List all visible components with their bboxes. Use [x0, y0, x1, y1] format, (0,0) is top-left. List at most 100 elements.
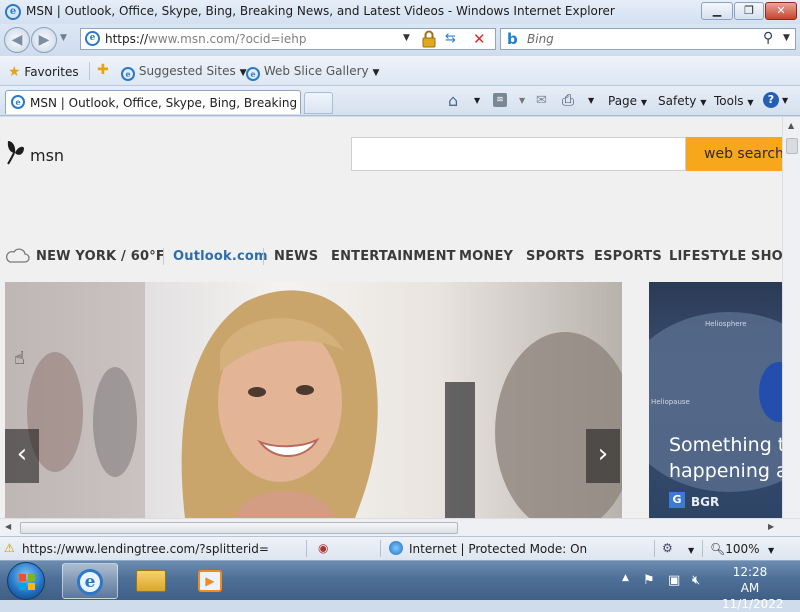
warning-icon: ⚠	[4, 541, 15, 555]
hero-carousel-image[interactable]: ‹ ›	[5, 282, 622, 518]
status-divider	[306, 540, 307, 557]
favorite-suggested-sites[interactable]: e Suggested Sites ▼	[121, 64, 246, 81]
protected-dropdown-icon[interactable]: ▼	[688, 546, 694, 555]
favorite-web-slice-gallery[interactable]: e Web Slice Gallery ▼	[246, 64, 379, 81]
weather-link[interactable]: NEW YORK / 60°F	[36, 249, 165, 264]
home-icon[interactable]: ⌂	[448, 91, 458, 110]
read-mail-icon[interactable]: ✉	[536, 93, 547, 108]
tab-msn[interactable]: e MSN | Outlook, Office, Skype, Bing, Br…	[5, 90, 301, 114]
feeds-dropdown-icon[interactable]: ▼	[519, 96, 525, 105]
web-search-button[interactable]: web search	[686, 137, 782, 171]
bgr-source-icon: G	[669, 492, 685, 508]
taskbar-ie-icon: e	[77, 569, 103, 595]
address-bar[interactable]: e https://www.msn.com/?ocid=iehp ▼ ⇆ ✕	[80, 28, 496, 50]
tab-title: MSN | Outlook, Office, Skype, Bing, Brea…	[30, 96, 298, 110]
help-dropdown-icon[interactable]: ▼	[782, 96, 788, 105]
nav-money[interactable]: MONEY	[459, 249, 513, 264]
vertical-scroll-thumb[interactable]	[786, 138, 798, 154]
carousel-prev-button[interactable]: ‹	[5, 429, 39, 483]
status-divider	[702, 540, 703, 557]
nav-outlook[interactable]: Outlook.com	[173, 249, 268, 264]
nav-entertainment[interactable]: ENTERTAINMENT	[331, 249, 456, 264]
restore-button[interactable]: ❐	[734, 2, 764, 20]
horizontal-scrollbar[interactable]: ◀ ▶	[0, 518, 800, 536]
title-bar[interactable]: e MSN | Outlook, Office, Skype, Bing, Br…	[0, 0, 800, 24]
security-zone[interactable]: Internet | Protected Mode: On	[409, 542, 587, 556]
nav-divider	[263, 248, 264, 265]
favorites-star-icon: ★	[8, 64, 21, 80]
address-dropdown-icon[interactable]: ▼	[403, 33, 410, 43]
bing-icon: b	[507, 30, 518, 48]
minimize-button[interactable]: ▁	[701, 2, 733, 20]
feeds-icon[interactable]: ≋	[493, 93, 507, 107]
carousel-next-button[interactable]: ›	[586, 429, 620, 483]
status-divider	[380, 540, 381, 557]
side-story-source: BGR	[691, 495, 720, 509]
new-tab-button[interactable]	[304, 92, 333, 114]
nav-shopping[interactable]: SHO	[751, 249, 782, 264]
recent-pages-dropdown-icon[interactable]: ▼	[60, 33, 67, 43]
lock-icon[interactable]	[421, 30, 437, 48]
media-player-icon: ▶	[198, 570, 222, 592]
horizontal-scroll-thumb[interactable]	[20, 522, 458, 534]
internet-globe-icon	[389, 541, 403, 555]
home-dropdown-icon[interactable]: ▼	[474, 96, 480, 105]
status-bar: ⚠ https://www.lendingtree.com/?splitteri…	[0, 536, 800, 560]
side-story-card[interactable]: Heliosphere Heliopause Something tohappe…	[649, 282, 782, 518]
protected-mode-icon[interactable]: ⚙	[662, 541, 673, 555]
help-icon[interactable]: ?	[763, 92, 779, 108]
search-icon[interactable]: ⚲	[763, 30, 773, 46]
start-button[interactable]	[7, 562, 45, 600]
zoom-level[interactable]: 🔍︎100%	[710, 542, 760, 556]
address-url[interactable]: https://www.msn.com/?ocid=iehp	[105, 32, 306, 46]
divider	[89, 62, 90, 80]
close-button[interactable]: ✕	[765, 2, 797, 20]
favorites-button[interactable]: ★ Favorites	[8, 64, 79, 80]
page-menu[interactable]: Page ▼	[608, 94, 647, 108]
status-divider	[654, 540, 655, 557]
forward-button[interactable]: ▶	[31, 27, 57, 53]
nav-divider	[163, 248, 164, 265]
web-search-input[interactable]	[351, 137, 686, 171]
nav-esports[interactable]: ESPORTS	[594, 249, 662, 264]
tab-ie-icon: e	[11, 95, 25, 109]
clock[interactable]: 12:28 AM 11/1/2022	[722, 564, 784, 612]
back-button[interactable]: ◀	[4, 27, 30, 53]
network-icon[interactable]: ▣	[668, 573, 680, 588]
taskbar-explorer-button[interactable]	[124, 563, 180, 599]
taskbar-media-player-button[interactable]: ▶	[184, 563, 240, 599]
bing-search-box[interactable]: b Bing ⚲ ▼	[500, 28, 796, 50]
add-to-favorites-icon[interactable]: ✚	[97, 62, 109, 78]
scroll-up-icon[interactable]: ▲	[788, 121, 794, 130]
taskbar-ie-button[interactable]: e	[62, 563, 118, 599]
scroll-left-icon[interactable]: ◀	[5, 522, 11, 531]
taskbar: e ▶ ▲ ⚑ ▣ 🔇︎ 12:28 AM 11/1/2022	[0, 560, 800, 611]
tools-menu[interactable]: Tools ▼	[714, 94, 754, 108]
side-story-title[interactable]: Something tohappening at	[669, 432, 782, 484]
nav-news[interactable]: NEWS	[274, 249, 318, 264]
nav-sports[interactable]: SPORTS	[526, 249, 585, 264]
suggested-sites-icon: e	[121, 67, 135, 81]
stop-icon[interactable]: ✕	[473, 30, 486, 48]
zoom-dropdown-icon[interactable]: ▼	[768, 546, 774, 555]
ie-logo-icon: e	[5, 4, 21, 20]
scroll-right-icon[interactable]: ▶	[768, 522, 774, 531]
volume-muted-icon[interactable]: 🔇︎	[692, 573, 700, 588]
show-hidden-icons-icon[interactable]: ▲	[622, 573, 629, 583]
address-row: ◀ ▶ ▼ e https://www.msn.com/?ocid=iehp ▼…	[0, 24, 800, 56]
vertical-scrollbar[interactable]: ▲	[782, 117, 800, 518]
msn-butterfly-icon[interactable]	[4, 139, 26, 165]
web-slice-icon: e	[246, 67, 260, 81]
print-icon[interactable]: ⎙	[562, 91, 574, 109]
privacy-icon[interactable]: ◉	[318, 541, 328, 555]
refresh-icon[interactable]: ⇆	[445, 31, 456, 46]
msn-logo-text[interactable]: msn	[30, 146, 64, 165]
safety-menu[interactable]: Safety ▼	[658, 94, 706, 108]
image-label-heliopause: Heliopause	[651, 398, 690, 406]
page-ie-icon: e	[85, 31, 100, 46]
action-center-flag-icon[interactable]: ⚑	[643, 573, 655, 588]
nav-lifestyle[interactable]: LIFESTYLE	[669, 249, 747, 264]
search-dropdown-icon[interactable]: ▼	[783, 33, 790, 43]
window-title: MSN | Outlook, Office, Skype, Bing, Brea…	[26, 4, 615, 18]
print-dropdown-icon[interactable]: ▼	[588, 96, 594, 105]
